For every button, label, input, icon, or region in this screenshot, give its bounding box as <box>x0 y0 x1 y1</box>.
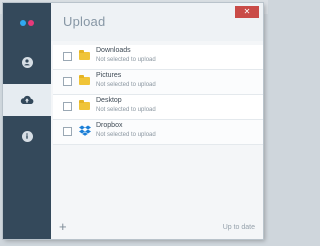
logo-dot-pink <box>28 20 34 26</box>
item-status: Not selected to upload <box>96 57 156 63</box>
item-name: Dropbox <box>96 122 123 129</box>
checkbox-downloads[interactable] <box>63 52 72 61</box>
checkbox-dropbox[interactable] <box>63 127 72 136</box>
sync-status: Up to date <box>222 224 255 231</box>
sidebar-item-upload[interactable] <box>3 84 51 116</box>
sidebar-item-info[interactable] <box>3 120 51 152</box>
item-status: Not selected to upload <box>96 132 156 138</box>
folder-list: Downloads Not selected to upload Picture… <box>53 45 263 145</box>
folder-icon <box>79 100 90 110</box>
sidebar <box>3 3 51 239</box>
main-panel: Upload – ✕ Downloads Not selected to upl… <box>51 3 263 239</box>
dropbox-icon <box>79 125 91 136</box>
app-logo <box>3 3 51 43</box>
list-item-downloads[interactable]: Downloads Not selected to upload <box>53 45 263 70</box>
add-folder-button[interactable]: + <box>59 220 67 234</box>
list-item-pictures[interactable]: Pictures Not selected to upload <box>53 70 263 95</box>
list-item-desktop[interactable]: Desktop Not selected to upload <box>53 95 263 120</box>
page-title: Upload <box>63 14 106 29</box>
logo-dot-blue <box>20 20 26 26</box>
item-status: Not selected to upload <box>96 82 156 88</box>
item-name: Downloads <box>96 47 131 54</box>
item-name: Pictures <box>96 72 122 79</box>
footer: + Up to date <box>51 219 263 239</box>
folder-icon <box>79 50 90 60</box>
folder-icon <box>79 75 90 85</box>
header: Upload – ✕ <box>51 3 263 41</box>
close-button[interactable]: ✕ <box>235 6 259 18</box>
checkbox-pictures[interactable] <box>63 77 72 86</box>
item-status: Not selected to upload <box>96 107 156 113</box>
cloud-upload-icon <box>20 95 34 104</box>
item-name: Desktop <box>96 97 122 104</box>
list-item-dropbox[interactable]: Dropbox Not selected to upload <box>53 120 263 145</box>
person-icon <box>21 56 33 68</box>
checkbox-desktop[interactable] <box>63 102 72 111</box>
info-icon <box>21 130 33 142</box>
sidebar-item-account[interactable] <box>3 46 51 78</box>
person-glyph <box>24 59 30 66</box>
info-glyph <box>26 133 28 139</box>
upload-window: Upload – ✕ Downloads Not selected to upl… <box>3 3 263 239</box>
